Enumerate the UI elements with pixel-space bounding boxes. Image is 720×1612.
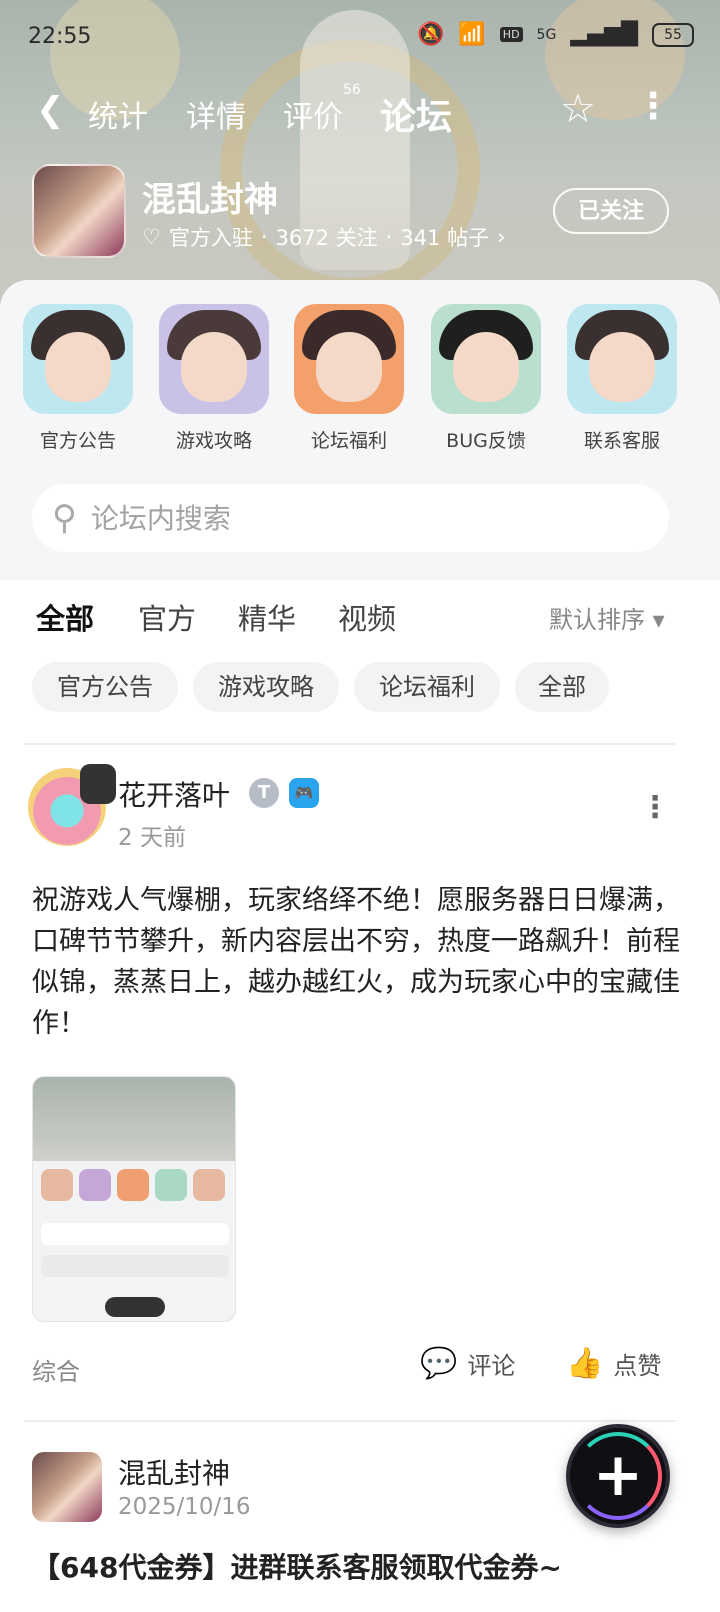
forum-search-bar[interactable]: ⚲ — [32, 484, 669, 552]
chip-announcements[interactable]: 官方公告 — [32, 662, 178, 712]
tab-reviews[interactable]: 评价 — [283, 92, 343, 136]
divider — [24, 743, 676, 745]
create-post-button[interactable]: + — [566, 1424, 670, 1528]
announcement-avatar-icon — [23, 304, 133, 414]
network-label: 5G — [536, 26, 557, 43]
feed-tabs: 全部 官方 精华 视频 默认排序 ▾ — [0, 590, 720, 650]
post-category[interactable]: 综合 — [32, 1352, 80, 1387]
comment-button[interactable]: 💬 评论 — [420, 1346, 515, 1381]
quick-link-label: 联系客服 — [583, 430, 660, 452]
quick-link-label: 游戏攻略 — [175, 430, 252, 452]
feed-tab-all[interactable]: 全部 — [36, 596, 94, 640]
thumbnail-tabs-row — [41, 1255, 229, 1277]
post-time: 2 天前 — [118, 825, 186, 851]
chevron-right-icon: › — [497, 225, 506, 249]
gamer-badge-icon: 🎮 — [289, 778, 319, 808]
feed-tab-official[interactable]: 官方 — [138, 596, 196, 638]
feed-tab-featured[interactable]: 精华 — [238, 596, 296, 638]
quick-link-welfare[interactable]: 论坛福利 — [289, 304, 409, 453]
comment-label: 评论 — [467, 1352, 516, 1380]
quick-link-label: BUG反馈 — [446, 430, 526, 452]
quick-link-label: 论坛福利 — [310, 430, 387, 452]
user-avatar[interactable] — [28, 764, 116, 846]
chip-guides[interactable]: 游戏攻略 — [193, 662, 339, 712]
comment-icon: 💬 — [420, 1346, 458, 1381]
status-time: 22:55 — [28, 24, 92, 49]
wifi-icon: 📶 — [458, 22, 486, 47]
quick-link-guides[interactable]: 游戏攻略 — [154, 304, 274, 453]
top-nav: ❮ 统计 详情 评价 56 论坛 ☆ ⋮ — [0, 80, 720, 140]
bug-report-avatar-icon — [431, 304, 541, 414]
like-label: 点赞 — [613, 1352, 662, 1380]
reviews-count-badge: 56 — [343, 82, 361, 98]
status-bar: 22:55 🔕 📶 HD 5G ▂▄▆█ 55 — [0, 18, 720, 58]
follow-button[interactable]: 已关注 — [553, 188, 669, 234]
sort-dropdown[interactable]: 默认排序 ▾ — [549, 600, 665, 635]
chip-all[interactable]: 全部 — [515, 662, 609, 712]
battery-icon: 55 — [652, 22, 694, 47]
avatar-frame-decoration — [80, 764, 116, 804]
game-avatar[interactable] — [32, 164, 126, 258]
status-icons: 🔕 📶 HD 5G ▂▄▆█ 55 — [417, 22, 694, 47]
thumbnail-header — [33, 1077, 235, 1161]
like-button[interactable]: 👍 点赞 — [566, 1346, 661, 1381]
tab-details[interactable]: 详情 — [186, 92, 246, 136]
user-avatar[interactable] — [32, 1452, 102, 1522]
meta-dot: · — [385, 225, 393, 249]
post-time: 2025/10/16 — [118, 1494, 251, 1520]
back-arrow-icon[interactable]: ❮ — [36, 90, 65, 130]
post-body[interactable]: 祝游戏人气爆棚，玩家络绎不绝！愿服务器日日爆满，口碑节节攀升，新内容层出不穷，热… — [32, 880, 682, 1044]
favorite-star-icon[interactable]: ☆ — [560, 86, 596, 132]
game-meta[interactable]: ♡ 官方入驻 · 3672 关注 · 341 帖子 › — [142, 222, 506, 252]
mute-bell-icon: 🔕 — [416, 22, 445, 47]
support-avatar-icon — [567, 304, 677, 414]
post-title[interactable]: 【648代金券】进群联系客服领取代金券~ — [32, 1546, 692, 1586]
thumbs-up-icon: 👍 — [566, 1346, 604, 1381]
thumbnail-search-row — [41, 1223, 229, 1245]
thumbnail-icons — [41, 1169, 225, 1201]
search-input[interactable] — [90, 501, 631, 535]
signal-icon: ▂▄▆█ — [570, 22, 638, 47]
more-vertical-icon[interactable]: ⋮ — [635, 86, 671, 127]
post-count: 341 帖子 — [400, 226, 490, 250]
post-username[interactable]: 花开落叶 — [118, 774, 230, 814]
user-level-badge-icon: T — [249, 778, 279, 808]
divider — [24, 1420, 676, 1422]
thumbnail-toast — [105, 1297, 165, 1317]
quick-link-bug-report[interactable]: BUG反馈 — [426, 304, 546, 453]
hd-icon: HD — [499, 27, 523, 42]
game-title: 混乱封神 — [142, 180, 278, 220]
header-banner: 22:55 🔕 📶 HD 5G ▂▄▆█ 55 ❮ 统计 详情 评价 56 论坛… — [0, 0, 720, 320]
plus-icon: + — [592, 1440, 644, 1510]
guides-avatar-icon — [159, 304, 269, 414]
welfare-avatar-icon — [294, 304, 404, 414]
post-username[interactable]: 混乱封神 — [118, 1452, 230, 1492]
quick-link-label: 官方公告 — [39, 430, 116, 452]
feed-tab-video[interactable]: 视频 — [338, 596, 396, 638]
quick-link-support[interactable]: 联系客服 — [562, 304, 682, 453]
search-icon: ⚲ — [52, 498, 77, 538]
quick-link-announcements[interactable]: 官方公告 — [18, 304, 138, 453]
official-label: 官方入驻 — [168, 226, 253, 250]
post-image-thumbnail[interactable] — [32, 1076, 236, 1322]
category-chips: 官方公告 游戏攻略 论坛福利 全部 — [0, 662, 720, 714]
chip-welfare[interactable]: 论坛福利 — [354, 662, 500, 712]
follower-count: 3672 关注 — [275, 226, 378, 250]
tab-stats[interactable]: 统计 — [88, 92, 148, 136]
meta-dot: · — [260, 225, 268, 249]
post-more-icon[interactable]: ⋮ — [640, 790, 670, 825]
tab-forum[interactable]: 论坛 — [375, 88, 457, 140]
diamond-icon: ♡ — [142, 225, 161, 249]
